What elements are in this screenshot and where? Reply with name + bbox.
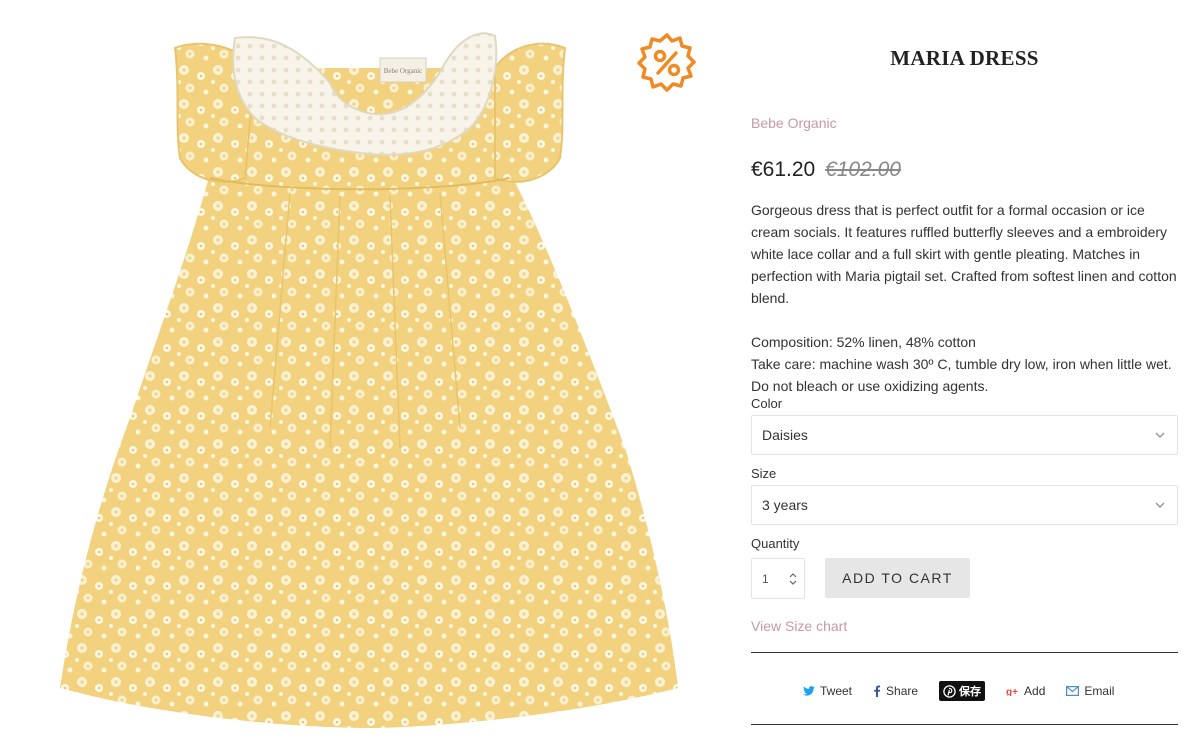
compare-price: €102.00	[825, 158, 901, 181]
product-image[interactable]: Bebe Organic	[40, 28, 700, 728]
care-text: Take care: machine wash 30º C, tumble dr…	[751, 356, 1172, 372]
email-share-button[interactable]: Email	[1066, 684, 1114, 698]
description-paragraph: Gorgeous dress that is perfect outfit fo…	[751, 202, 1177, 306]
color-select[interactable]: Daisies	[751, 415, 1178, 455]
size-select-value: 3 years	[762, 497, 808, 513]
percent-icon	[636, 32, 698, 94]
tweet-button[interactable]: Tweet	[803, 684, 852, 698]
add-to-cart-button[interactable]: ADD TO CART	[825, 558, 970, 598]
quantity-value[interactable]: 1	[762, 572, 769, 586]
price: €61.20 €102.00	[751, 158, 901, 182]
facebook-share-button[interactable]: Share	[873, 684, 918, 698]
facebook-icon	[874, 685, 881, 697]
google-plus-button[interactable]: g+ Add	[1006, 684, 1045, 698]
quantity-label: Quantity	[751, 536, 800, 551]
spinner-arrows-icon[interactable]	[788, 570, 798, 588]
color-select-value: Daisies	[762, 427, 808, 443]
vendor-link[interactable]: Bebe Organic	[751, 115, 837, 131]
size-chart-link[interactable]: View Size chart	[751, 618, 847, 634]
tweet-label: Tweet	[820, 684, 853, 698]
care-warning-text: Do not bleach or use oxidizing agents.	[751, 378, 989, 394]
product-title: MARIA DRESS	[890, 46, 1039, 70]
sale-price: €61.20	[751, 158, 816, 181]
email-label: Email	[1084, 684, 1115, 698]
pinterest-save-button[interactable]: 保存	[939, 681, 986, 701]
pin-label: 保存	[959, 686, 982, 698]
google-plus-icon: g+	[1006, 687, 1018, 696]
pinterest-icon	[943, 684, 956, 698]
share-label: Share	[886, 684, 919, 698]
composition-text: Composition: 52% linen, 48% cotton	[751, 334, 976, 350]
divider	[751, 724, 1178, 725]
garment-label-text: Bebe Organic	[384, 67, 423, 75]
quantity-stepper[interactable]: 1	[751, 558, 805, 599]
chevron-down-icon	[1155, 432, 1165, 439]
twitter-icon	[803, 685, 815, 696]
size-label: Size	[751, 466, 777, 481]
add-label: Add	[1024, 684, 1046, 698]
svg-text:g+: g+	[1006, 687, 1018, 696]
divider	[751, 652, 1178, 653]
color-label: Color	[751, 396, 783, 411]
share-bar: Tweet Share 保存 g+ Add Email	[803, 681, 1135, 701]
email-icon	[1066, 686, 1080, 696]
size-select[interactable]: 3 years	[751, 485, 1178, 525]
chevron-down-icon	[1155, 502, 1165, 509]
product-description: Gorgeous dress that is perfect outfit fo…	[751, 199, 1178, 397]
